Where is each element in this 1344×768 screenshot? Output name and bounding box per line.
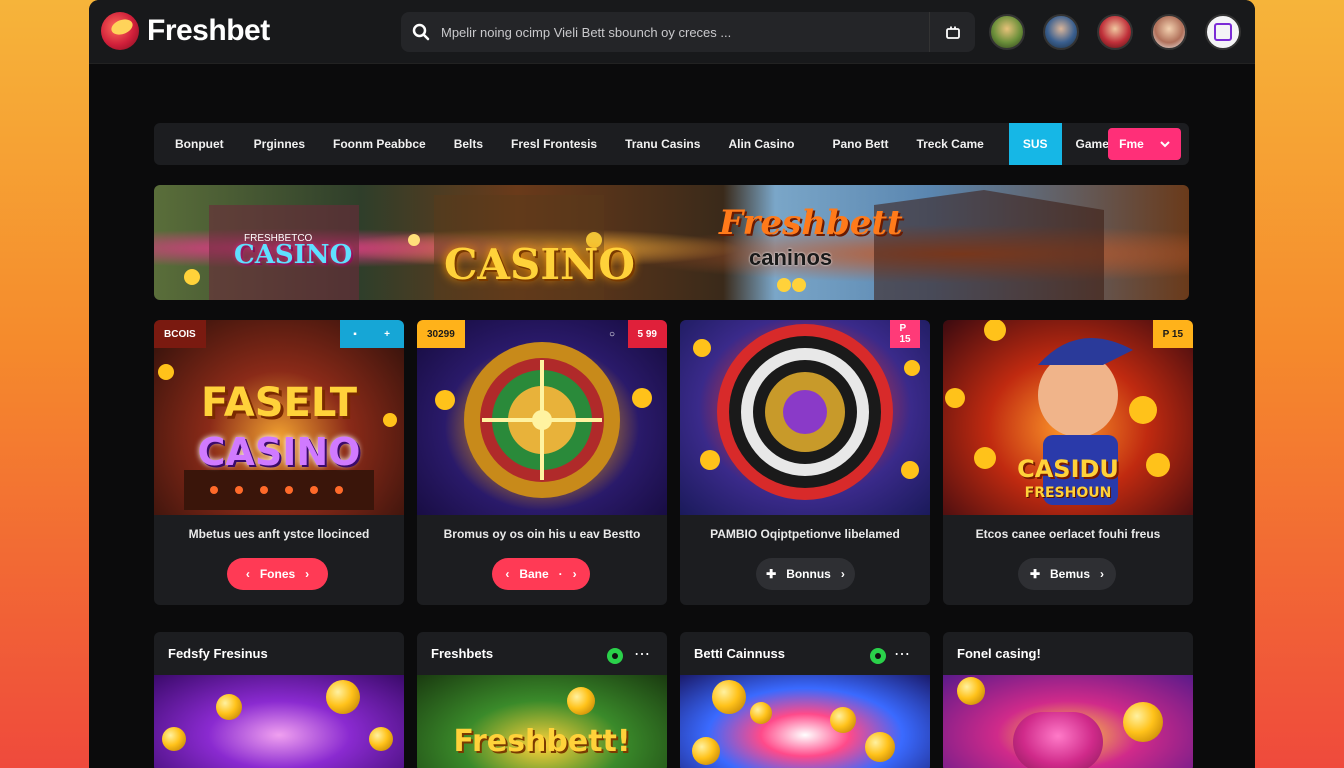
play-button[interactable]: ‹ Bane · ›	[492, 558, 590, 590]
category-nav: Bonpuet Prginnes Foonm Peabbce Belts Fre…	[154, 123, 1189, 165]
coin-icon	[1123, 702, 1163, 742]
banner-right-subtitle: caninos	[749, 245, 833, 270]
coin-icon	[567, 687, 595, 715]
nav-item[interactable]: Treck Came	[902, 123, 1008, 165]
avatar[interactable]	[1097, 14, 1133, 50]
game-thumbnail[interactable]	[154, 675, 404, 768]
bonus-button[interactable]: ✚ Bonnus ›	[756, 558, 855, 590]
game-card[interactable]: BCOIS ▪ + FASELT CASINO Mbetus ues anft …	[154, 320, 404, 605]
game-card-title: Fonel casing!	[957, 646, 1041, 661]
game-card[interactable]: Betti Cainnuss ⋯	[680, 632, 930, 768]
app-window: Freshbet Mpelir noing ocimp Vieli Bett s…	[89, 0, 1255, 768]
game-card-title: Betti Cainnuss	[694, 646, 786, 661]
nav-item[interactable]: Fresl Frontesis	[497, 123, 611, 165]
nav-item[interactable]: Prginnes	[238, 123, 319, 165]
search-bar[interactable]: Mpelir noing ocimp Vieli Bett sbounch oy…	[401, 12, 975, 52]
game-card[interactable]: P 15 PAMBIO Oqiptpetionve libelamed ✚ Bo…	[680, 320, 930, 605]
logo-icon	[101, 12, 139, 50]
search-icon	[401, 23, 441, 41]
promo-tag: P 15	[890, 320, 920, 348]
promo-tag: 30299	[417, 320, 465, 348]
game-art-title: Freshbett!	[453, 724, 631, 759]
chevron-right-icon: ›	[572, 567, 577, 581]
nav-item[interactable]: Pano Bett	[818, 123, 902, 165]
filter-dropdown[interactable]: Fme	[1108, 128, 1181, 160]
game-card-title: Freshbets	[431, 646, 494, 661]
top-bar: Freshbet Mpelir noing ocimp Vieli Bett s…	[89, 0, 1255, 64]
roulette-wheel-icon	[435, 342, 652, 498]
roulette-wheel-icon	[693, 324, 920, 500]
game-card-title: Fedsfy Fresinus	[168, 646, 268, 661]
chevron-right-icon: ›	[1100, 567, 1105, 581]
game-art-title: CASIDU	[1017, 455, 1119, 483]
plus-icon: ✚	[766, 567, 777, 581]
slot-machine-icon	[1013, 712, 1103, 768]
coin-icon	[692, 737, 720, 765]
chat-icon[interactable]: ▪	[340, 320, 370, 348]
avatar[interactable]	[989, 14, 1025, 50]
logo[interactable]: Freshbet	[101, 12, 270, 50]
promo-tag: 5 99	[627, 320, 667, 348]
game-art-subtitle: CASINO	[197, 430, 361, 474]
coin-icon	[957, 677, 985, 705]
game-card[interactable]: P 15 CASIDU FRESHOUN Etcos canee oerlace…	[943, 320, 1193, 605]
logo-text: Freshbet	[147, 14, 270, 47]
nav-item-active[interactable]: SUS	[1008, 123, 1062, 165]
search-input[interactable]: Mpelir noing ocimp Vieli Bett sbounch oy…	[441, 25, 731, 40]
game-caption: Etcos canee oerlacet fouhi freus	[975, 527, 1161, 541]
game-card[interactable]: Freshbets ⋯ Freshbett!	[417, 632, 667, 768]
plus-icon: ✚	[1029, 567, 1041, 581]
nav-item[interactable]: Alin Casino	[714, 123, 818, 165]
search-submit-button[interactable]	[929, 12, 975, 52]
game-caption: Bromus oy os oin his u eav Bestto	[443, 527, 641, 541]
coin-icon	[750, 702, 772, 724]
banner-center-title: CASINO	[444, 240, 635, 289]
coin-icon	[712, 680, 746, 714]
play-button[interactable]: ‹ Fones ›	[227, 558, 328, 590]
avatar[interactable]	[1151, 14, 1187, 50]
promo-tag: P 15	[1152, 320, 1193, 348]
promo-banner[interactable]: FRESHBETCO CASINO CASINO Freshbett canin…	[154, 185, 1189, 300]
game-art-subtitle: FRESHOUN	[1024, 485, 1112, 501]
plus-icon[interactable]: +	[370, 320, 404, 348]
chevron-left-icon: ‹	[505, 567, 510, 581]
bonus-button[interactable]: ✚ Bemus ›	[1018, 558, 1116, 590]
circle-icon[interactable]: ○	[599, 320, 625, 348]
location-pin-icon[interactable]	[607, 648, 623, 664]
coin-icon	[326, 680, 360, 714]
chevron-right-icon: ›	[840, 567, 845, 581]
banner-left-title: CASINO	[234, 240, 353, 270]
game-caption: PAMBIO Oqiptpetionve libelamed	[710, 527, 900, 541]
nav-item[interactable]: Belts	[440, 123, 497, 165]
banner-right-title: Freshbett	[719, 203, 903, 243]
game-card[interactable]: 30299 ○ 5 99 Bromus oy os oin his u eav …	[417, 320, 667, 605]
game-card[interactable]: Fonel casing!	[943, 632, 1193, 768]
chevron-left-icon: ‹	[245, 567, 250, 581]
game-caption: Mbetus ues anft ystce llocinced	[188, 527, 370, 541]
nav-item[interactable]: Bonpuet	[154, 123, 238, 165]
nav-item[interactable]: Foonm Peabbce	[319, 123, 440, 165]
coin-icon	[162, 727, 186, 751]
chevron-down-icon	[1160, 141, 1170, 148]
profile-menu-icon[interactable]	[1205, 14, 1241, 50]
bag-icon	[945, 26, 960, 39]
game-card[interactable]: Fedsfy Fresinus	[154, 632, 404, 768]
coin-icon	[369, 727, 393, 751]
coin-icon	[216, 694, 242, 720]
location-pin-icon[interactable]	[870, 648, 886, 664]
nav-item[interactable]: Tranu Casins	[611, 123, 714, 165]
game-art-title: FASELT	[201, 380, 357, 426]
avatar-group	[989, 14, 1241, 50]
filter-dropdown-label: Fme	[1119, 137, 1144, 151]
dot-icon: ·	[558, 567, 563, 581]
avatar[interactable]	[1043, 14, 1079, 50]
coin-icon	[865, 732, 895, 762]
coin-icon	[830, 707, 856, 733]
promo-tag: BCOIS	[154, 320, 206, 348]
more-options-icon[interactable]: ⋯	[634, 644, 651, 664]
more-options-icon[interactable]: ⋯	[894, 644, 911, 664]
chevron-right-icon: ›	[305, 567, 310, 581]
